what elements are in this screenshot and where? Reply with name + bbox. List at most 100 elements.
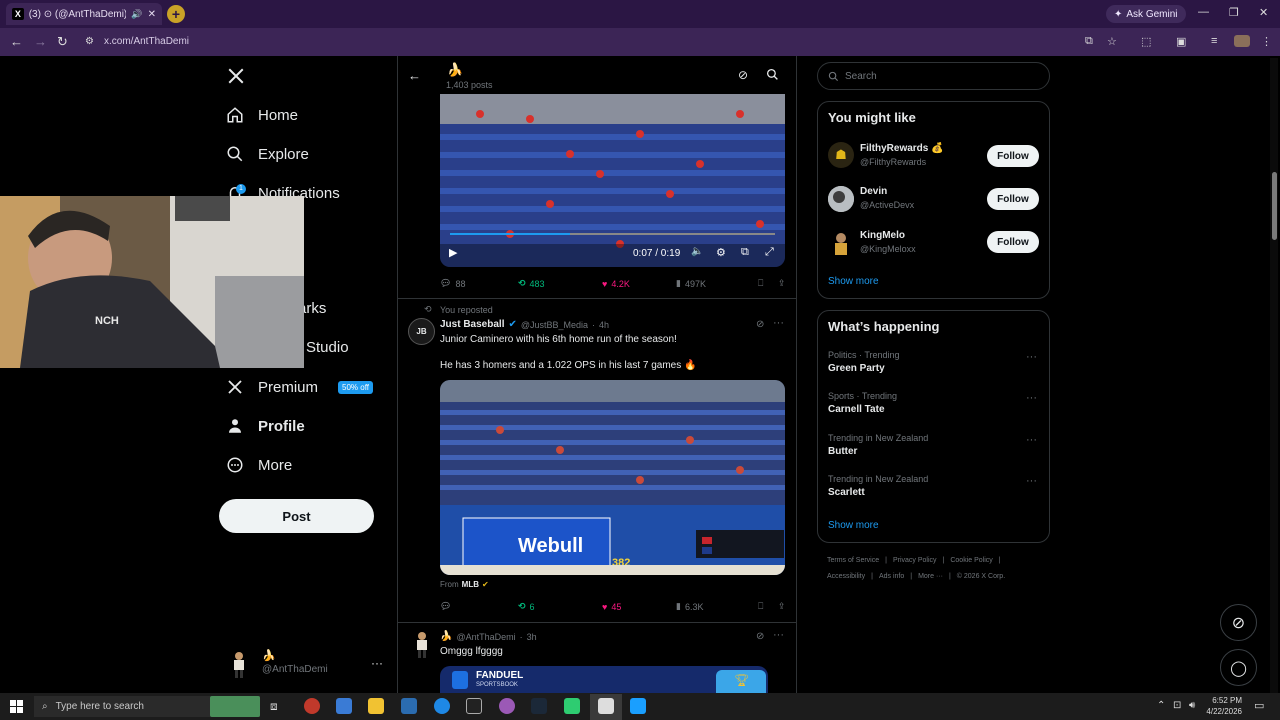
user-avatar[interactable] <box>828 186 854 212</box>
scrollbar-track[interactable] <box>1270 58 1278 693</box>
author-avatar[interactable] <box>411 630 433 658</box>
ask-gemini-button[interactable]: ✦ Ask Gemini <box>1106 5 1186 23</box>
tweet-video[interactable]: Webull 382 <box>440 380 785 575</box>
from-source[interactable]: MLB <box>462 580 479 589</box>
fullscreen-icon[interactable]: ⤢ <box>765 246 774 259</box>
tweet-image[interactable]: FANDUEL SPORTSBOOK 🏆︎ <box>440 666 768 693</box>
restore-icon[interactable]: ❐ <box>1229 6 1239 19</box>
nav-home[interactable]: Home <box>226 106 298 124</box>
tweet-time[interactable]: 4h <box>599 320 609 330</box>
taskbar-app-icon[interactable] <box>401 698 417 714</box>
reply-button[interactable]: 💬︎ <box>440 601 518 612</box>
like-button[interactable]: ♥ 45 <box>602 601 676 612</box>
minimize-icon[interactable]: — <box>1198 6 1209 18</box>
pip-icon[interactable]: ⧉ <box>741 246 749 259</box>
grok-small-icon[interactable]: ⊘ <box>756 319 764 330</box>
trend-more-icon[interactable]: ··· <box>1026 475 1037 487</box>
search-input[interactable]: Search <box>817 62 1050 90</box>
task-view-icon[interactable]: ⧈ <box>270 699 278 714</box>
suggested-user-name[interactable]: KingMelo <box>860 230 905 241</box>
trend-item[interactable]: Trending in New Zealand Scarlett <box>828 474 928 498</box>
tab-close-icon[interactable]: ✕ <box>148 9 156 20</box>
user-avatar[interactable]: ☗ <box>828 142 854 168</box>
trend-item[interactable]: Politics · Trending Green Party <box>828 350 900 374</box>
play-icon[interactable]: ▶ <box>449 246 457 259</box>
repost-button[interactable]: ⟲ 6 <box>518 601 602 612</box>
nav-profile[interactable]: Profile <box>226 417 305 435</box>
taskbar-app-icon[interactable] <box>499 698 515 714</box>
reload-icon[interactable]: ↻ <box>57 34 68 50</box>
notification-center-icon[interactable]: ▭ <box>1254 699 1264 712</box>
tray-app-icon[interactable]: ⊡ <box>1173 700 1181 711</box>
taskbar-app-icon[interactable] <box>564 698 580 714</box>
nav-premium[interactable]: Premium 50% off <box>226 378 373 396</box>
trend-more-icon[interactable]: ··· <box>1026 392 1037 404</box>
follow-button[interactable]: Follow <box>987 188 1039 210</box>
trend-more-icon[interactable]: ··· <box>1026 434 1037 446</box>
footer-link[interactable]: Cookie Policy <box>950 557 992 564</box>
user-avatar[interactable] <box>828 229 854 255</box>
new-tab-button[interactable]: + <box>167 5 185 23</box>
like-button[interactable]: ♥ 4.2K <box>602 278 676 289</box>
footer-link[interactable]: Ads info <box>879 573 904 580</box>
tray-chevron-icon[interactable]: ⌃ <box>1157 700 1165 711</box>
taskbar-app-icon[interactable] <box>336 698 352 714</box>
trend-item[interactable]: Sports · Trending Carnell Tate <box>828 391 897 415</box>
file-explorer-icon[interactable] <box>368 698 384 714</box>
windows-start-icon[interactable] <box>10 700 23 713</box>
footer-link[interactable]: Privacy Policy <box>893 557 937 564</box>
tweet-video[interactable] <box>440 94 785 267</box>
profile-avatar[interactable] <box>1234 35 1250 47</box>
window-close-icon[interactable]: ✕ <box>1259 6 1268 19</box>
nav-explore[interactable]: Explore <box>226 145 309 163</box>
show-more-link[interactable]: Show more <box>828 276 879 287</box>
suggested-user-handle[interactable]: @ActiveDevx <box>860 200 914 210</box>
grok-float-button[interactable]: ⊘ <box>1220 604 1257 641</box>
follow-button[interactable]: Follow <box>987 145 1039 167</box>
nav-more[interactable]: More <box>226 456 292 474</box>
steam-icon[interactable] <box>531 698 547 714</box>
grok-small-icon[interactable]: ⊘ <box>756 631 764 642</box>
footer-link[interactable]: More ··· <box>918 573 943 580</box>
profile-search-icon[interactable] <box>766 68 779 81</box>
tweet-time[interactable]: 3h <box>527 632 537 642</box>
account-avatar[interactable] <box>228 650 250 678</box>
sidepanel-icon[interactable]: ▣ <box>1176 35 1186 48</box>
taskbar-app-icon[interactable] <box>598 698 614 714</box>
x-logo-icon[interactable] <box>227 67 245 85</box>
taskbar-app-icon[interactable] <box>466 698 482 714</box>
forward-icon[interactable]: → <box>34 34 47 49</box>
repost-button[interactable]: ⟲ 483 <box>518 278 602 289</box>
account-more-icon[interactable]: ··· <box>371 656 383 670</box>
back-arrow-icon[interactable]: ← <box>408 68 421 83</box>
speaker-icon[interactable]: 🔊 <box>131 9 142 20</box>
taskbar-date[interactable]: 4/22/2026 <box>1201 707 1242 716</box>
scrollbar-thumb[interactable] <box>1272 172 1277 240</box>
star-icon[interactable]: ☆ <box>1107 35 1117 48</box>
taskbar-app-icon[interactable] <box>304 698 320 714</box>
suggested-user-name[interactable]: FilthyRewards 💰 <box>860 143 944 154</box>
share-button[interactable]: ⇪ <box>778 601 786 612</box>
author-handle[interactable]: @JustBB_Media <box>521 320 588 330</box>
browser-menu-icon[interactable]: ⋮ <box>1261 35 1272 48</box>
volume-icon[interactable]: 🔈 <box>691 246 703 257</box>
bookmark-button[interactable]: ⎕ <box>758 278 778 289</box>
edge-icon[interactable] <box>434 698 450 714</box>
views-button[interactable]: ▮ 6.3K <box>676 601 758 612</box>
views-button[interactable]: ▮ 497K <box>676 278 758 289</box>
post-button[interactable]: Post <box>219 499 374 533</box>
follow-button[interactable]: Follow <box>987 231 1039 253</box>
site-info-icon[interactable]: ⚙ <box>85 36 94 47</box>
show-more-link[interactable]: Show more <box>828 520 879 531</box>
browser-tab[interactable]: X (3) ⊙ (@AntThaDemi) / X 🔊 ✕ <box>6 3 162 25</box>
share-button[interactable]: ⇪ <box>778 278 786 289</box>
tweet-more-icon[interactable]: ··· <box>773 317 784 329</box>
footer-link[interactable]: Terms of Service <box>827 557 879 564</box>
suggested-user-handle[interactable]: @KingMeloxx <box>860 244 916 254</box>
author-name[interactable]: Just Baseball <box>440 319 504 330</box>
tweet-more-icon[interactable]: ··· <box>773 629 784 641</box>
volume-tray-icon[interactable]: 🔊︎ <box>1189 700 1195 711</box>
suggested-user-name[interactable]: Devin <box>860 186 887 197</box>
author-avatar[interactable]: JB <box>408 318 435 345</box>
bookmark-button[interactable]: ⎕ <box>758 601 778 612</box>
